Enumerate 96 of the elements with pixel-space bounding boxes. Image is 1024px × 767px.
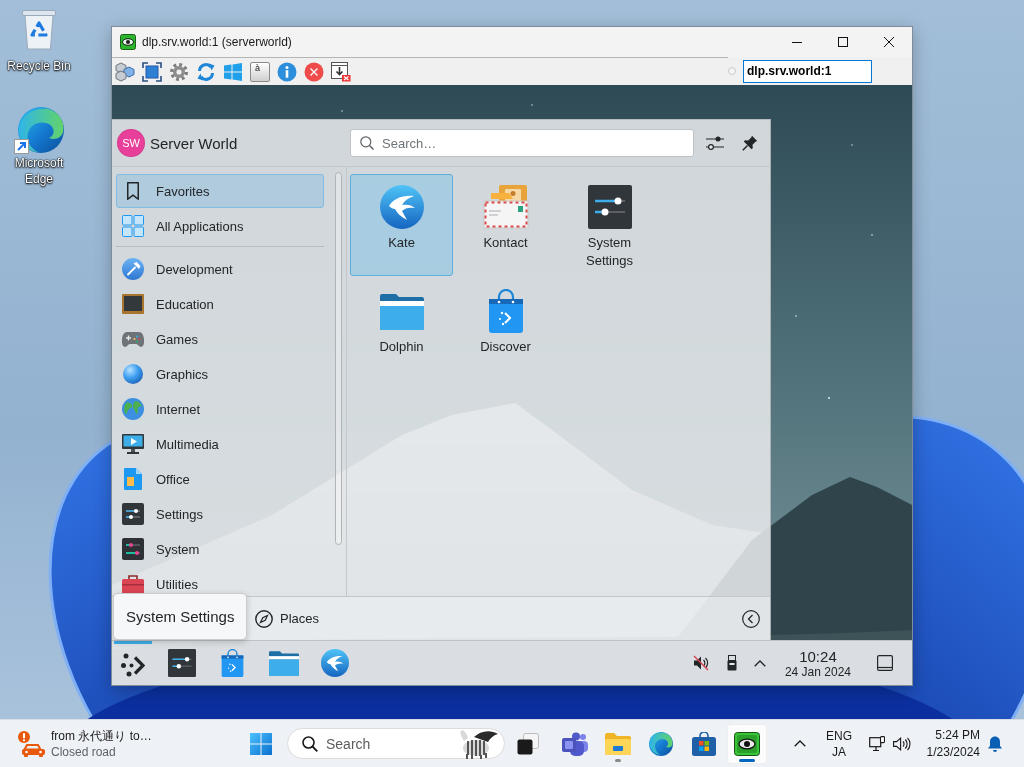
overlapping-squares-icon[interactable] <box>517 732 539 755</box>
sidebar-item[interactable]: Development <box>116 252 324 286</box>
monitor-icon <box>122 434 144 454</box>
folder-icon <box>605 732 631 755</box>
tooltip: System Settings <box>113 593 248 640</box>
caret-up-icon[interactable] <box>753 659 766 667</box>
globe-icon <box>122 398 144 420</box>
show-desktop-icon[interactable] <box>877 655 893 671</box>
window-title: dlp.srv.world:1 (serverworld) <box>142 35 292 49</box>
address-field[interactable]: dlp.srv.world:1 <box>743 59 872 83</box>
folder-icon[interactable] <box>268 650 299 676</box>
caret-up-icon[interactable] <box>794 740 806 747</box>
monitor-plug-icon[interactable] <box>869 735 885 752</box>
clock-date[interactable]: 24 Jan 2024 <box>784 664 851 679</box>
app-tile[interactable]: System Settings <box>558 174 661 276</box>
sliders-icon <box>122 503 144 525</box>
shopping-bag-icon <box>692 731 716 756</box>
shopping-bag-icon <box>487 289 524 333</box>
widget-title[interactable]: from 永代通り to… <box>51 727 152 744</box>
sidebar-item[interactable]: Games <box>116 322 324 356</box>
fullscreen-icon[interactable] <box>142 61 162 82</box>
bird-logo-icon[interactable] <box>320 649 349 677</box>
shopping-bag-icon[interactable] <box>221 648 244 678</box>
blocks-icon[interactable] <box>115 61 135 82</box>
search-icon <box>360 136 374 150</box>
folder-icon <box>379 292 424 330</box>
clock-time[interactable]: 10:24 <box>799 647 837 665</box>
sidebar-item[interactable]: Graphics <box>116 357 324 391</box>
swirl-logo-icon[interactable] <box>14 105 64 155</box>
search-input[interactable]: Search… <box>382 134 693 152</box>
user-avatar: SW <box>117 129 145 157</box>
bell-icon[interactable] <box>988 735 1002 752</box>
sidebar-item[interactable]: Multimedia <box>116 427 324 461</box>
sliders-icon[interactable] <box>706 136 724 150</box>
sidebar-item[interactable]: System <box>116 532 324 566</box>
circle-icon <box>728 67 736 75</box>
sidebar-item[interactable]: Favorites <box>116 174 324 208</box>
document-icon <box>124 468 142 490</box>
gamepad-icon <box>122 331 144 347</box>
scrollbar[interactable] <box>334 172 342 545</box>
settings-icon[interactable] <box>169 61 189 82</box>
clock-time[interactable]: 5:24 PM <box>935 726 980 744</box>
windows-logo-icon[interactable] <box>223 61 243 82</box>
grid-icon <box>122 215 144 237</box>
usb-drive-icon[interactable] <box>726 655 737 671</box>
widget-subtitle[interactable]: Closed road <box>51 743 152 760</box>
muted-speaker-icon[interactable] <box>692 655 709 671</box>
sidebar-item[interactable]: Office <box>116 462 324 496</box>
search-field[interactable]: Search… <box>350 129 694 157</box>
input-mode-indicator[interactable]: JA <box>832 743 846 760</box>
search-field[interactable]: Search <box>287 728 505 759</box>
bookmark-icon <box>127 182 139 200</box>
sliders-icon <box>587 185 632 229</box>
speaker-icon[interactable] <box>893 736 911 751</box>
dots-chevron-icon <box>121 652 145 677</box>
eye-icon <box>734 731 760 756</box>
app-tile[interactable]: Dolphin <box>350 278 453 380</box>
bird-logo-icon <box>379 185 424 229</box>
swirl-logo-icon <box>649 731 673 756</box>
user-name: Server World <box>150 134 238 152</box>
sliders-icon[interactable] <box>167 649 196 677</box>
hammer-icon <box>122 258 144 280</box>
envelope-icon <box>482 185 529 229</box>
window-download-icon[interactable] <box>331 61 351 82</box>
key-button[interactable]: à <box>250 61 270 82</box>
minimize-icon[interactable] <box>792 41 802 43</box>
sidebar-item[interactable]: Utilities <box>116 567 324 596</box>
search-input[interactable]: Search <box>326 734 446 753</box>
sidebar-item[interactable]: Education <box>116 287 324 321</box>
view-tab[interactable]: Places <box>251 603 326 634</box>
pin-icon[interactable] <box>742 135 758 151</box>
sphere-icon <box>123 364 143 384</box>
maximize-icon[interactable] <box>838 37 848 47</box>
chalkboard-icon <box>122 294 144 314</box>
compass-icon <box>255 609 273 628</box>
sidebar-item[interactable]: Internet <box>116 392 324 426</box>
taskbar-app-button[interactable] <box>727 723 767 764</box>
app-tile[interactable]: Kate <box>350 174 453 276</box>
language-indicator[interactable]: ENG <box>826 727 852 744</box>
car-alert-icon[interactable] <box>18 730 46 757</box>
clock-date[interactable]: 1/23/2024 <box>926 743 980 761</box>
sidebar-item[interactable]: All Applications <box>116 209 324 243</box>
people-tile-icon <box>562 731 588 756</box>
app-tile[interactable]: Kontact <box>454 174 557 276</box>
eye-icon <box>120 34 136 50</box>
sidebar-item[interactable]: Settings <box>116 497 324 531</box>
left-chevron-icon[interactable] <box>742 609 760 628</box>
close-circle-icon[interactable] <box>304 61 324 82</box>
sliders-icon <box>122 538 144 560</box>
windows-logo-icon[interactable] <box>250 732 272 755</box>
close-icon[interactable] <box>884 37 894 47</box>
refresh-icon[interactable] <box>196 61 216 82</box>
info-icon[interactable] <box>277 61 297 82</box>
recycle-bin-icon[interactable] <box>22 10 56 50</box>
search-icon <box>302 735 318 752</box>
app-tile[interactable]: Discover <box>454 278 557 380</box>
